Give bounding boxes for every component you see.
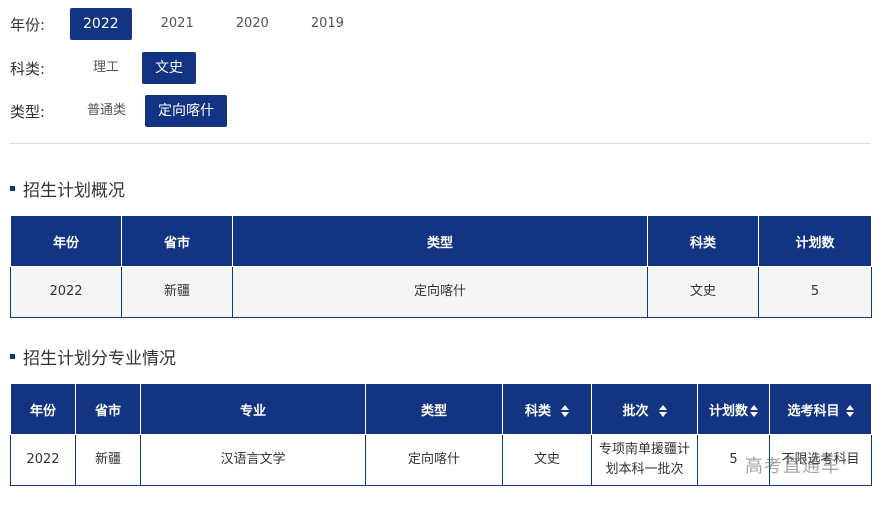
sort-icon[interactable] [750,405,758,417]
major-cell-exam-subjects: 不限选考科目 [769,434,872,486]
overview-cell-subject: 文史 [647,266,759,318]
filter-year: 年份: 2022 2021 2020 2019 [10,8,363,40]
type-option-kashgar[interactable]: 定向喀什 [145,95,228,127]
subject-option-arts[interactable]: 文史 [142,52,197,84]
year-option-2019[interactable]: 2019 [298,8,357,40]
year-option-2020[interactable]: 2020 [223,8,282,40]
major-header-count[interactable]: 计划数 [697,383,770,435]
major-header-subject[interactable]: 科类 [502,383,592,435]
major-cell-province: 新疆 [75,434,141,486]
filter-type: 类型: 普通类 定向喀什 [10,95,233,127]
major-cell-subject: 文史 [502,434,592,486]
filter-type-label: 类型: [10,102,46,121]
overview-table: 年份 省市 类型 科类 计划数 2022 新疆 定向喀什 文史 5 [10,215,872,318]
major-cell-type: 定向喀什 [365,434,503,486]
year-option-2022[interactable]: 2022 [70,8,132,40]
type-option-general[interactable]: 普通类 [74,95,139,127]
overview-header-count: 计划数 [758,215,872,267]
bullet-icon [10,186,15,191]
table-row: 2022 新疆 定向喀什 文史 5 [10,266,872,318]
major-title-text: 招生计划分专业情况 [23,349,176,369]
sort-icon[interactable] [845,405,854,417]
overview-cell-count: 5 [758,266,872,318]
sort-icon[interactable] [658,405,667,417]
filter-subject: 科类: 理工 文史 [10,52,202,84]
overview-header-subject: 科类 [647,215,759,267]
filter-subject-label: 科类: [10,59,46,78]
table-row: 2022 新疆 汉语言文学 定向喀什 文史 专项南单援疆计划本科一批次 5 不限… [10,434,872,486]
overview-cell-year: 2022 [10,266,122,318]
major-header-major: 专业 [140,383,366,435]
major-header-exam-subjects[interactable]: 选考科目 [769,383,872,435]
filter-year-label: 年份: [10,15,46,34]
overview-cell-type: 定向喀什 [232,266,648,318]
overview-header-row: 年份 省市 类型 科类 计划数 [10,215,872,267]
overview-title-text: 招生计划概况 [23,181,125,201]
major-header-year: 年份 [10,383,76,435]
major-cell-count: 5 [697,434,770,486]
major-header-province: 省市 [75,383,141,435]
overview-header-type: 类型 [232,215,648,267]
major-cell-major: 汉语言文学 [140,434,366,486]
major-header-row: 年份 省市 专业 类型 科类 批次 计划数 选考科目 [10,383,872,435]
overview-header-province: 省市 [121,215,233,267]
major-cell-year: 2022 [10,434,76,486]
overview-title: 招生计划概况 [10,176,125,201]
major-title: 招生计划分专业情况 [10,344,176,369]
divider [10,143,870,144]
major-header-batch[interactable]: 批次 [591,383,698,435]
major-table: 年份 省市 专业 类型 科类 批次 计划数 选考科目 2022 新疆 汉语言文学… [10,383,872,486]
overview-header-year: 年份 [10,215,122,267]
bullet-icon [10,354,15,359]
major-header-type: 类型 [365,383,503,435]
overview-cell-province: 新疆 [121,266,233,318]
sort-icon[interactable] [561,405,569,417]
subject-option-science[interactable]: 理工 [80,52,132,84]
major-cell-batch: 专项南单援疆计划本科一批次 [591,434,698,486]
year-option-2021[interactable]: 2021 [148,8,207,40]
